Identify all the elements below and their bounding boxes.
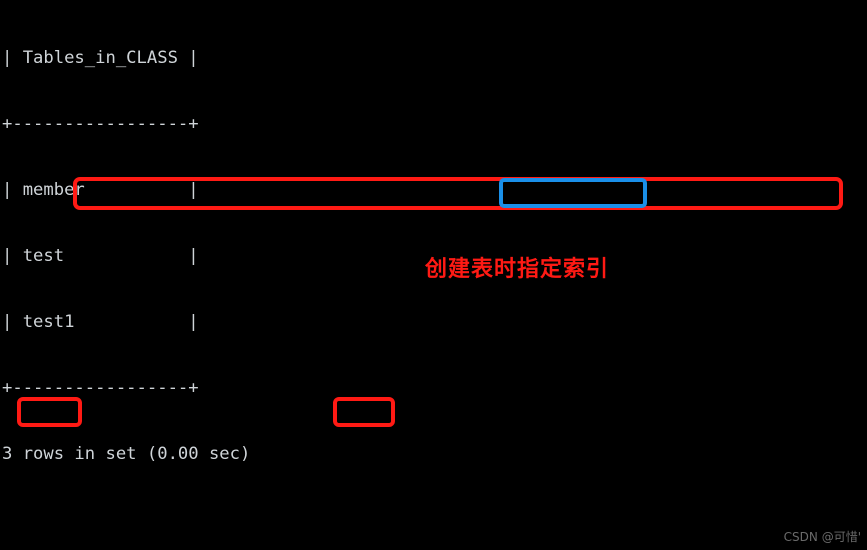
watermark: CSDN @可惜'	[783, 530, 861, 544]
terminal-line: | member |	[2, 180, 199, 200]
annotation-note-text: 创建表时指定索引	[425, 257, 610, 282]
terminal-line: | test1 |	[2, 312, 199, 332]
terminal-line: | test |	[2, 246, 199, 266]
terminal-line: | Tables_in_CLASS |	[2, 48, 199, 68]
terminal-line: 3 rows in set (0.00 sec)	[2, 444, 251, 464]
terminal-screen: | Tables_in_CLASS | +-----------------+ …	[0, 0, 867, 550]
terminal-line: +-----------------+	[2, 378, 199, 398]
terminal-line: +-----------------+	[2, 114, 199, 134]
terminal-output[interactable]: | Tables_in_CLASS | +-----------------+ …	[0, 0, 778, 550]
